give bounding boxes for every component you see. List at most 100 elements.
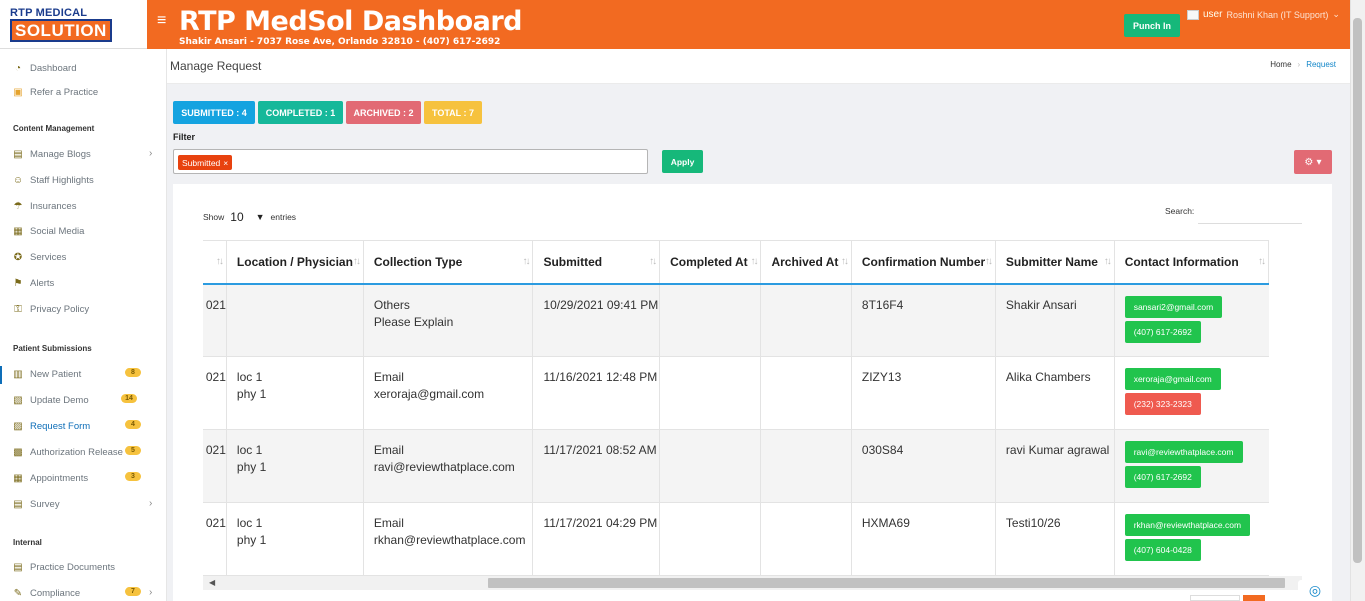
calendar-icon: ▦ <box>13 472 23 484</box>
request-form-badge: 4 <box>125 420 141 429</box>
sidebar-item-dashboard[interactable]: ◔ Dashboard <box>12 60 162 76</box>
gift-icon: ▣ <box>13 86 23 98</box>
insurance-icon: ☂ <box>13 200 23 212</box>
sidebar-item-practice-documents[interactable]: ▤ Practice Documents <box>12 559 162 575</box>
contact-email-button[interactable]: ravi@reviewthatplace.com <box>1124 441 1243 463</box>
column-header-first[interactable]: ↑↓ <box>203 240 227 285</box>
sidebar-item-social-media[interactable]: ▦ Social Media <box>12 223 162 239</box>
page-scrollbar[interactable] <box>1350 0 1365 601</box>
sidebar-item-privacy-policy[interactable]: ⚿ Privacy Policy <box>12 301 162 317</box>
sidebar-item-services[interactable]: ✪ Services <box>12 249 162 265</box>
punch-in-button[interactable]: Punch In <box>1124 14 1180 37</box>
cell-first: 021 <box>203 283 227 357</box>
privacy-icon: ⚿ <box>14 303 22 315</box>
table-row[interactable]: 021 loc 1 phy 1 Email rkhan@reviewthatplac… <box>203 502 1269 576</box>
filter-tag: Submitted × <box>178 155 233 170</box>
column-header-collection-type[interactable]: Collection Type ↑↓ <box>362 240 533 285</box>
page-size-value: 10 <box>230 210 244 224</box>
sort-icon: ↑↓ <box>215 256 224 267</box>
scroll-left-icon[interactable]: ◀ <box>209 578 215 587</box>
sidebar-item-refer[interactable]: ▣ Refer a Practice <box>12 84 162 100</box>
column-header-completed-at[interactable]: Completed At ↑↓ <box>659 240 761 285</box>
logo[interactable]: RTP MEDICAL SOLUTION <box>0 0 147 49</box>
contact-phone-button[interactable]: (407) 617-2692 <box>1124 466 1201 488</box>
contact-phone-button[interactable]: (407) 617-2692 <box>1124 320 1201 343</box>
pagination-active[interactable] <box>1243 595 1265 601</box>
cell-collection-type: Email xeroraja@gmail.com <box>362 356 533 430</box>
chevron-right-icon[interactable]: › <box>149 148 152 159</box>
sidebar-item-insurances[interactable]: ☂ Insurances <box>12 198 162 214</box>
breadcrumb-home[interactable]: Home <box>1270 60 1291 69</box>
cell-contact: ravi@reviewthatplace.com (407) 617-2692 <box>1113 429 1269 503</box>
column-header-label: Submitted <box>543 254 603 269</box>
table-viewport: ↑↓ Location / Physician ↑↓ Collection Typ… <box>203 240 1302 576</box>
status-submitted-button[interactable]: SUBMITTED : 4 <box>173 101 255 124</box>
cell-collection-type: Email rkhan@reviewthatplace.com <box>362 502 533 576</box>
sidebar-item-staff-highlights[interactable]: ☺ Staff Highlights <box>12 172 162 188</box>
filter-label: Filter <box>173 132 196 142</box>
contact-phone-button[interactable]: (232) 323-2323 <box>1124 393 1201 415</box>
status-archived-button[interactable]: ARCHIVED : 2 <box>346 101 421 124</box>
search-input[interactable] <box>1198 206 1303 224</box>
cell-collection-detail: xeroraja@gmail.com <box>373 387 485 401</box>
sort-icon: ↑↓ <box>522 256 530 267</box>
sidebar-item-update-demo[interactable]: ▧ Update Demo <box>12 392 162 408</box>
cell-first: 021 <box>203 429 227 503</box>
sidebar-item-label: New Patient <box>30 368 82 380</box>
filter-input[interactable]: Submitted × <box>173 149 648 174</box>
status-total-button[interactable]: TOTAL : 7 <box>424 101 482 124</box>
table-horizontal-scrollbar[interactable]: ◀ <box>203 576 1302 590</box>
documents-icon: ▤ <box>13 561 23 573</box>
breadcrumb-separator-icon: › <box>1297 60 1301 69</box>
sidebar-item-survey[interactable]: ▤ Survey <box>12 496 162 512</box>
hamburger-icon[interactable]: ≡ <box>157 12 166 30</box>
close-icon[interactable]: × <box>223 158 228 168</box>
column-header-submitted[interactable]: Submitted ↑↓ <box>532 240 660 285</box>
cell-submitter: Alika Chambers <box>994 356 1115 430</box>
sidebar-item-label: Dashboard <box>30 62 77 74</box>
cell-archived-at <box>760 502 852 576</box>
contact-email-button[interactable]: sansari2@gmail.com <box>1124 295 1223 318</box>
column-header-submitter-name[interactable]: Submitter Name ↑↓ <box>994 240 1115 285</box>
page-header: Manage Request Home › Request <box>167 49 1350 84</box>
user-avatar-icon <box>1187 9 1199 20</box>
staff-icon: ☺ <box>12 174 24 186</box>
horizontal-scrollbar-thumb[interactable] <box>488 578 1285 588</box>
contact-email-button[interactable]: rkhan@reviewthatplace.com <box>1124 514 1251 536</box>
chevron-right-icon[interactable]: › <box>149 587 152 598</box>
column-header-confirmation-number[interactable]: Confirmation Number ↑↓ <box>850 240 996 285</box>
sidebar-item-manage-blogs[interactable]: ▤ Manage Blogs <box>12 146 162 162</box>
column-header-contact-information[interactable]: Contact Information ↑↓ <box>1113 240 1270 285</box>
cell-contact: sansari2@gmail.com (407) 617-2692 <box>1113 283 1269 357</box>
pagination-box[interactable] <box>1190 595 1240 601</box>
column-header-archived-at[interactable]: Archived At ↑↓ <box>760 240 852 285</box>
page-scrollbar-thumb[interactable] <box>1353 18 1362 563</box>
table-row[interactable]: 021 loc 1 phy 1 Email xeroraja@gmail.com 1… <box>203 356 1269 430</box>
chevron-right-icon[interactable]: › <box>149 498 152 509</box>
help-button[interactable]: ◎ <box>1298 580 1332 601</box>
cell-archived-at <box>760 283 852 357</box>
status-completed-button[interactable]: COMPLETED : 1 <box>258 101 343 124</box>
cell-collection-detail: rkhan@reviewthatplace.com <box>373 533 526 547</box>
cell-location <box>225 283 364 357</box>
sort-icon: ↑↓ <box>840 256 849 267</box>
column-header-label: Archived At <box>771 254 839 269</box>
cell-submitted: 11/17/2021 04:29 PM <box>532 502 660 576</box>
sidebar-item-alerts[interactable]: ⚑ Alerts <box>12 275 162 291</box>
column-header-location[interactable]: Location / Physician ↑↓ <box>225 240 364 285</box>
cell-contact: xeroraja@gmail.com (232) 323-2323 <box>1113 356 1269 430</box>
blog-icon: ▤ <box>13 148 23 160</box>
settings-dropdown-button[interactable]: ⚙ ▾ <box>1294 150 1332 174</box>
table-row[interactable]: 021 loc 1 phy 1 Email ravi@reviewthatplace… <box>203 429 1269 503</box>
table-row[interactable]: 021 Others Please Explain 10/29/2021 09:4… <box>203 283 1269 357</box>
user-menu[interactable]: user Roshni Khan (IT Support) ⌄ <box>1187 9 1340 20</box>
cell-archived-at <box>760 429 852 503</box>
table-header-row: ↑↓ Location / Physician ↑↓ Collection Typ… <box>203 240 1270 285</box>
cell-submitter: Testi10/26 <box>994 502 1115 576</box>
page-size-select[interactable]: 10 ▼ <box>230 210 264 224</box>
contact-phone-button[interactable]: (407) 604-0428 <box>1124 539 1201 561</box>
contact-email-button[interactable]: xeroraja@gmail.com <box>1124 368 1221 390</box>
apply-button[interactable]: Apply <box>662 150 703 173</box>
cell-confirmation: ZIZY13 <box>850 356 996 430</box>
cell-confirmation: 8T16F4 <box>850 283 996 357</box>
